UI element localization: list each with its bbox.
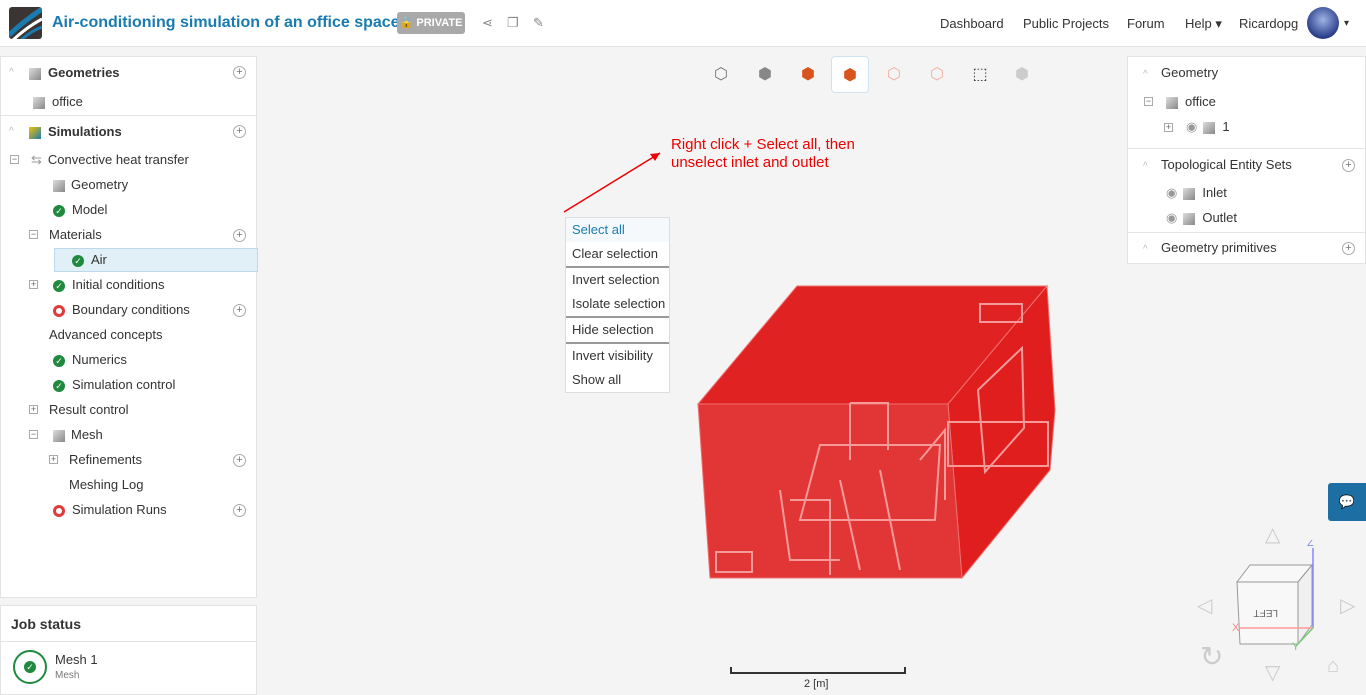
geometry-panel: ^ Geometry − office + ◉ 1 ^ Topological E… xyxy=(1127,56,1366,264)
office-model[interactable] xyxy=(696,284,1056,580)
tes-heading: Topological Entity Sets xyxy=(1161,157,1292,172)
inlet-label: Inlet xyxy=(1202,185,1227,200)
outlet-label: Outlet xyxy=(1202,210,1238,225)
chat-button[interactable]: 💬 xyxy=(1328,483,1366,521)
geometry-office[interactable]: office xyxy=(1166,92,1216,112)
entity-set-inlet[interactable]: ◉ Inlet xyxy=(1166,183,1227,203)
annotation-line-2: unselect inlet and outlet xyxy=(671,154,829,171)
face-icon xyxy=(1183,212,1196,225)
menu-hide-selection[interactable]: Hide selection xyxy=(566,318,669,342)
collapse-caret-icon[interactable]: ^ xyxy=(1143,161,1148,172)
geometry-primitives-heading: Geometry primitives xyxy=(1161,240,1277,255)
menu-show-all[interactable]: Show all xyxy=(566,368,669,392)
collapse-caret-icon[interactable]: ^ xyxy=(1143,69,1148,80)
annotation-arrow xyxy=(563,152,661,213)
entity-set-outlet[interactable]: ◉ Outlet xyxy=(1166,208,1237,228)
geometry-part-1[interactable]: ◉ 1 xyxy=(1186,117,1230,137)
annotation-text: Right click + Select all, then unselect i… xyxy=(671,136,855,172)
face-icon xyxy=(1183,187,1196,200)
solid-icon xyxy=(1203,121,1216,134)
geometry-heading: Geometry xyxy=(1161,65,1219,80)
geometry-icon xyxy=(1166,96,1178,109)
collapse-caret-icon[interactable]: ^ xyxy=(1143,244,1148,255)
expand-toggle[interactable]: + xyxy=(1164,123,1173,132)
annotation-line-1: Right click + Select all, then xyxy=(671,136,855,153)
add-primitive-button[interactable]: + xyxy=(1342,242,1355,255)
view-cube[interactable]: LEFT Z X Y xyxy=(1230,540,1320,650)
context-menu: Select all Clear selection Invert select… xyxy=(565,217,670,393)
rotate-view-icon[interactable]: ↻ xyxy=(1200,640,1223,673)
add-entity-set-button[interactable]: + xyxy=(1342,159,1355,172)
divider xyxy=(1128,148,1366,149)
divider xyxy=(1128,232,1366,233)
rotate-down-icon[interactable]: ▽ xyxy=(1265,660,1280,685)
collapse-toggle[interactable]: − xyxy=(1144,97,1153,106)
menu-select-all[interactable]: Select all xyxy=(566,218,669,242)
annotation-arrowhead xyxy=(650,153,660,161)
cube-face-left: LEFT xyxy=(1254,607,1278,618)
office-label: office xyxy=(1185,94,1216,109)
home-view-icon[interactable]: ⌂ xyxy=(1327,655,1339,678)
axis-y: Y xyxy=(1292,641,1300,650)
visibility-eye-icon[interactable]: ◉ xyxy=(1166,210,1177,225)
rotate-right-icon[interactable]: ▷ xyxy=(1340,593,1355,618)
visibility-eye-icon[interactable]: ◉ xyxy=(1166,185,1177,200)
rotate-left-icon[interactable]: ◁ xyxy=(1197,593,1212,618)
scale-label: 2 [m] xyxy=(804,678,829,690)
menu-clear-selection[interactable]: Clear selection xyxy=(566,242,669,266)
menu-isolate-selection[interactable]: Isolate selection xyxy=(566,292,669,316)
axis-x: X xyxy=(1232,622,1240,634)
visibility-eye-icon[interactable]: ◉ xyxy=(1186,119,1197,134)
part-label: 1 xyxy=(1222,119,1230,134)
scale-bar xyxy=(730,667,906,674)
menu-invert-visibility[interactable]: Invert visibility xyxy=(566,344,669,368)
axis-z: Z xyxy=(1307,540,1314,549)
menu-invert-selection[interactable]: Invert selection xyxy=(566,268,669,292)
